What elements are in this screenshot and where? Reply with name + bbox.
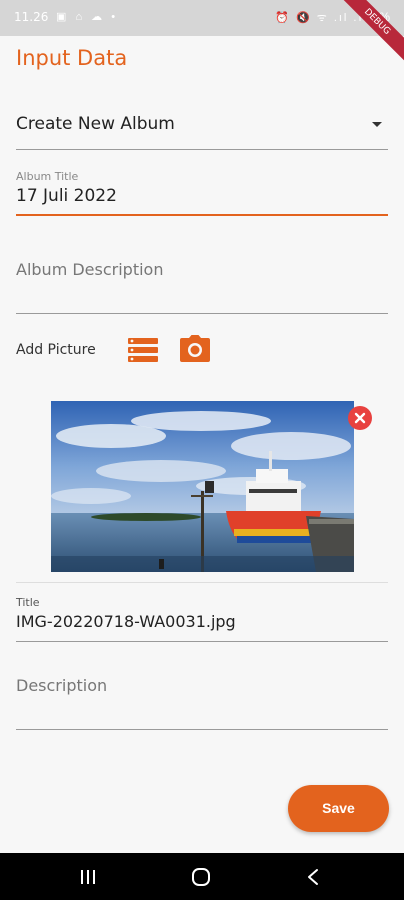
recent-apps-button[interactable] (80, 869, 96, 890)
home-button[interactable] (191, 867, 211, 892)
notification-icons: ▣ ⌂ ☁ • (56, 11, 119, 23)
album-dropdown[interactable]: Create New Album (16, 102, 388, 150)
album-title-label: Album Title (16, 170, 79, 183)
page-title: Input Data (16, 46, 128, 70)
selected-photo (51, 401, 354, 572)
save-button[interactable]: Save (288, 785, 389, 832)
album-title-field[interactable]: Album Title 17 Juli 2022 (16, 166, 388, 216)
album-title-value: 17 Juli 2022 (16, 186, 117, 206)
camera-icon (180, 335, 210, 362)
add-picture-label: Add Picture (16, 342, 96, 358)
photo-title-value: IMG-20220718-WA0031.jpg (16, 612, 236, 631)
album-description-placeholder: Album Description (16, 260, 164, 279)
photo-title-field[interactable]: Title IMG-20220718-WA0031.jpg (16, 592, 388, 642)
photo-title-label: Title (16, 596, 40, 609)
system-nav-bar (0, 853, 404, 900)
divider (16, 582, 388, 583)
status-bar: 11.26 ▣ ⌂ ☁ • ⏰ 🔇 ᯤ .ıl .ıl 88% DEBUG (0, 0, 404, 67)
photo-description-field[interactable]: Description (16, 660, 388, 730)
photo-description-placeholder: Description (16, 676, 108, 695)
status-time: 11.26 (14, 10, 49, 24)
back-button[interactable] (306, 868, 320, 891)
back-icon (308, 869, 318, 885)
remove-photo-button[interactable] (348, 406, 372, 430)
gallery-button[interactable] (126, 336, 160, 364)
home-icon (192, 868, 210, 886)
system-icons: ⏰ 🔇 ᯤ .ıl .ıl (275, 12, 368, 24)
recent-apps-icon (81, 870, 95, 884)
album-dropdown-value: Create New Album (16, 114, 175, 134)
album-description-field[interactable]: Album Description (16, 240, 388, 314)
list-icon (128, 338, 158, 362)
close-circle-icon (354, 412, 366, 424)
caret-down-icon (372, 122, 382, 127)
camera-button[interactable] (178, 334, 212, 364)
